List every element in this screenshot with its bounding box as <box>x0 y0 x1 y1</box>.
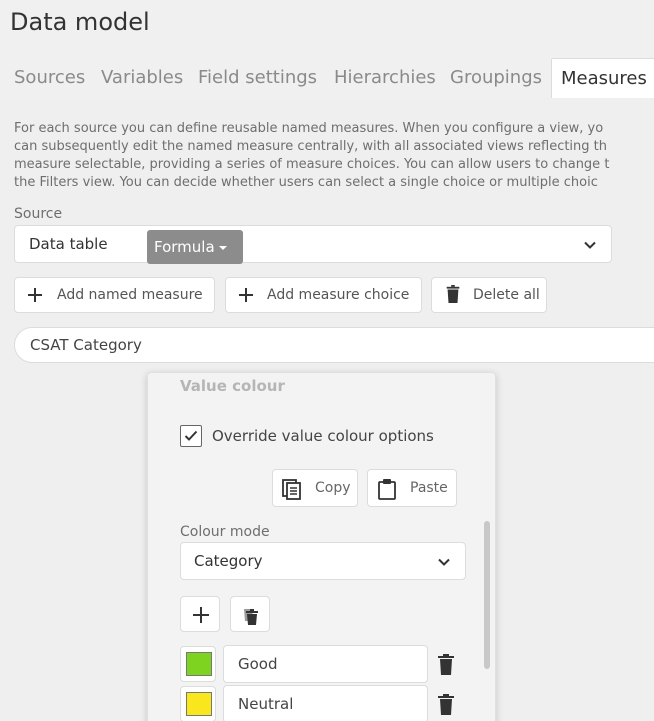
source-select[interactable]: Data table <box>14 225 612 263</box>
trash-icon[interactable] <box>437 693 455 715</box>
trash-multiple-icon <box>244 609 258 625</box>
tab-sources[interactable]: Sources <box>14 58 85 98</box>
check-icon <box>184 430 198 441</box>
delete-all-button[interactable]: Delete all <box>431 277 547 313</box>
plus-icon <box>28 288 42 302</box>
category-label-input[interactable]: Good <box>223 645 428 683</box>
tab-groupings[interactable]: Groupings <box>450 58 542 98</box>
tab-bar: Sources Variables Field settings Hierarc… <box>0 58 654 98</box>
named-measure-row[interactable]: CSAT Category <box>14 327 654 363</box>
chevron-down-icon <box>438 558 450 566</box>
copy-icon <box>282 479 301 500</box>
plus-icon <box>239 288 253 302</box>
source-label: Source <box>14 206 63 222</box>
description-text: For each source you can define reusable … <box>14 121 610 190</box>
add-category-button[interactable] <box>180 596 220 632</box>
value-colour-popover: Value colour Override value colour optio… <box>147 372 496 721</box>
tab-variables[interactable]: Variables <box>101 58 183 98</box>
clipboard-icon <box>378 479 396 500</box>
trash-icon[interactable] <box>437 653 455 675</box>
override-colour-checkbox[interactable] <box>180 425 202 447</box>
caret-down-icon <box>218 245 227 250</box>
tab-measures[interactable]: Measures <box>551 58 654 98</box>
colour-swatch <box>186 692 212 716</box>
category-colour-picker[interactable] <box>180 646 216 682</box>
colour-swatch <box>186 652 212 676</box>
delete-categories-button[interactable] <box>230 596 270 632</box>
colour-mode-select[interactable]: Category <box>180 542 466 580</box>
formula-dropdown-button[interactable]: Formula <box>147 230 243 264</box>
data-model-page: Data model Sources Variables Field setti… <box>0 0 654 721</box>
popover-scrollbar[interactable] <box>484 521 490 669</box>
page-title: Data model <box>10 8 150 36</box>
copy-button[interactable]: Copy <box>272 469 358 507</box>
colour-mode-label: Colour mode <box>180 524 270 540</box>
add-measure-choice-button[interactable]: Add measure choice <box>225 277 422 313</box>
section-title: Value colour <box>180 377 285 391</box>
chevron-down-icon <box>584 241 596 249</box>
plus-icon <box>193 607 209 623</box>
source-select-value: Data table <box>29 235 108 253</box>
add-named-measure-button[interactable]: Add named measure <box>14 277 215 313</box>
category-colour-picker[interactable] <box>180 686 216 721</box>
paste-button[interactable]: Paste <box>367 469 457 507</box>
tab-field-settings[interactable]: Field settings <box>198 58 317 98</box>
category-label-input[interactable]: Neutral <box>223 685 428 721</box>
colour-mode-value: Category <box>194 552 263 570</box>
measure-name: CSAT Category <box>30 336 142 354</box>
tab-hierarchies[interactable]: Hierarchies <box>334 58 436 98</box>
override-colour-label: Override value colour options <box>212 427 434 445</box>
trash-icon <box>446 285 460 303</box>
